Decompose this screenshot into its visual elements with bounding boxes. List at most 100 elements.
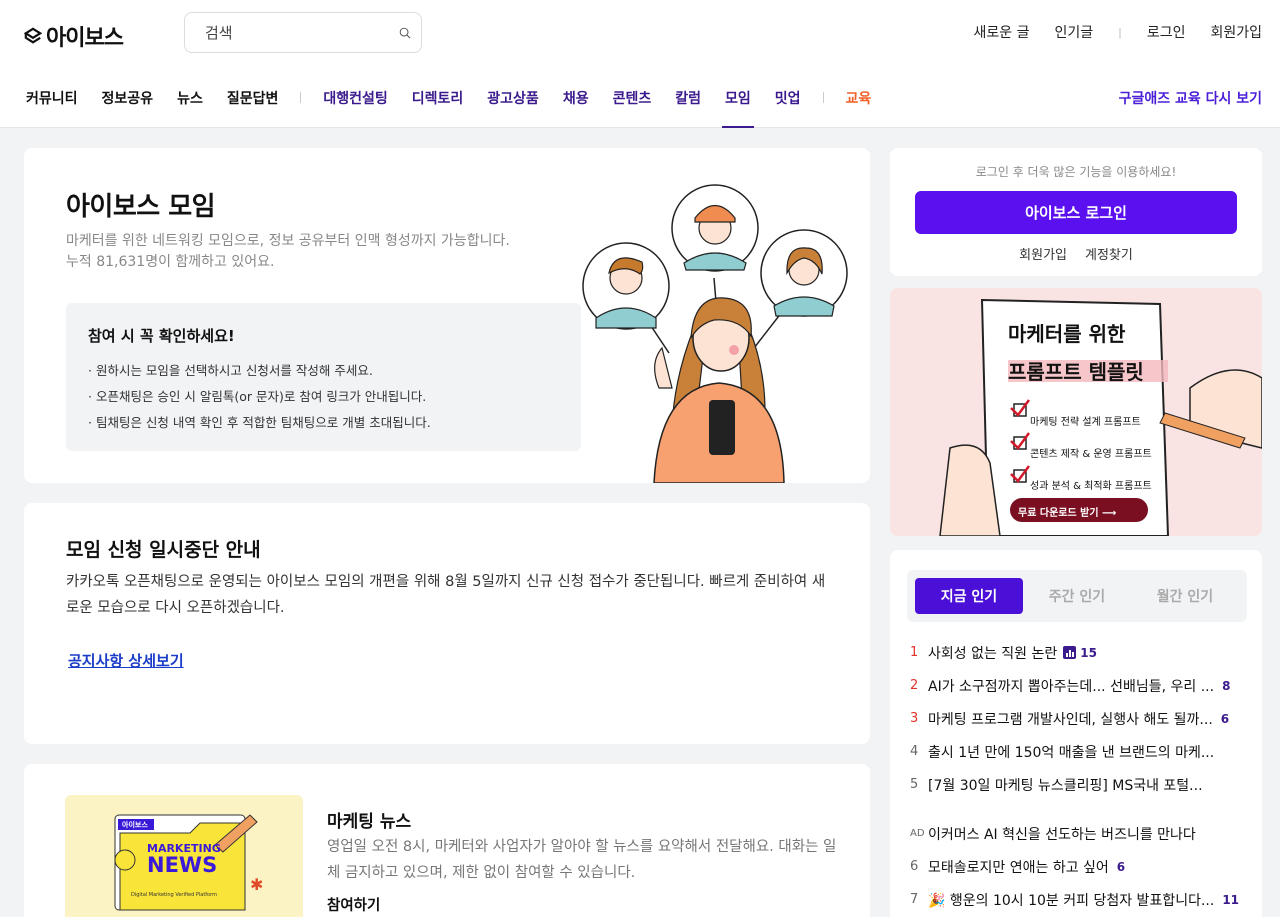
nav-ads[interactable]: 광고상품 — [487, 88, 539, 128]
post-title[interactable]: AI가 소구점까지 뽑아주는데... 선배님들, 우리 ... — [928, 676, 1214, 696]
ad-item[interactable]: AD 이커머스 AI 혁신을 선도하는 버즈니를 만나다 — [910, 817, 1250, 850]
thumb-tag: 아이보스 — [122, 821, 148, 829]
rank-number: 3 — [910, 711, 919, 726]
tab-weekly-popular[interactable]: 주간 인기 — [1023, 578, 1131, 614]
pause-notice-card: 모임 신청 일시중단 안내 카카오톡 오픈채팅으로 운영되는 아이보스 모임의 … — [24, 503, 870, 744]
site-logo[interactable]: 아이보스 — [24, 20, 124, 52]
nav-community[interactable]: 커뮤니티 — [26, 88, 78, 128]
list-item[interactable]: 1 사회성 없는 직원 논란 15 — [910, 636, 1250, 669]
login-hint: 로그인 후 더욱 많은 기능을 이용하세요! — [975, 165, 1177, 179]
util-login[interactable]: 로그인 — [1147, 22, 1186, 42]
comment-count: 8 — [1222, 678, 1231, 693]
login-button[interactable]: 아이보스 로그인 — [915, 191, 1237, 234]
nav-agency[interactable]: 대행컨설팅 — [323, 88, 387, 128]
ad-label: AD — [910, 828, 925, 839]
nav-directory[interactable]: 디렉토리 — [412, 88, 464, 128]
comment-count: 11 — [1222, 892, 1240, 907]
post-title[interactable]: [7월 30일 마케팅 뉴스클리핑] MS국내 포털... — [928, 775, 1203, 795]
rank-number: 5 — [910, 777, 919, 792]
rank-number: 1 — [910, 645, 919, 660]
participation-notice: 참여 시 꼭 확인하세요! · 원하시는 모임을 선택하시고 신청서를 작성해 … — [66, 303, 581, 451]
news-title[interactable]: 마케팅 뉴스 — [327, 807, 411, 832]
ad-title[interactable]: 이커머스 AI 혁신을 선도하는 버즈니를 만나다 — [928, 824, 1196, 844]
post-title[interactable]: 사회성 없는 직원 논란 — [928, 643, 1057, 663]
popular-list: 1 사회성 없는 직원 논란 15 2 AI가 소구점까지 뽑아주는데... 선… — [910, 636, 1250, 916]
login-card: 로그인 후 더욱 많은 기능을 이용하세요! 아이보스 로그인 회원가입 계정찾… — [890, 148, 1262, 276]
search-input[interactable] — [205, 23, 399, 42]
thumb-line-2: NEWS — [147, 853, 218, 877]
list-item[interactable]: 4 출시 1년 만에 150억 매출을 낸 브랜드의 마케... — [910, 735, 1250, 768]
tab-now-popular[interactable]: 지금 인기 — [915, 578, 1023, 614]
marketing-news-card[interactable]: ✱ 아이보스 MARKETING NEWS Digital Marketing … — [24, 764, 870, 917]
list-item[interactable]: 5 [7월 30일 마케팅 뉴스클리핑] MS국내 포털... — [910, 768, 1250, 801]
networking-illustration — [582, 184, 848, 483]
nav-education[interactable]: 교육 — [846, 88, 872, 128]
trending-chart-icon — [1063, 646, 1077, 659]
nav-jobs[interactable]: 채용 — [563, 88, 589, 128]
banner-cta[interactable]: 무료 다운로드 받기 ⟶ — [1018, 504, 1116, 519]
nav-divider — [822, 92, 824, 103]
nav-contents[interactable]: 콘텐츠 — [613, 88, 652, 128]
notice-detail-link[interactable]: 공지사항 상세보기 — [68, 650, 184, 671]
pause-title: 모임 신청 일시중단 안내 — [66, 539, 261, 561]
nav-news[interactable]: 뉴스 — [177, 88, 203, 128]
join-button[interactable]: 참여하기 — [327, 894, 380, 915]
notice-title: 참여 시 꼭 확인하세요! — [88, 327, 235, 345]
post-title[interactable]: 마케팅 프로그램 개발사인데, 실행사 해도 될까... — [928, 709, 1213, 729]
banner-item: 성과 분석 & 최적화 프롬프트 — [1030, 481, 1152, 492]
comment-count: 6 — [1220, 711, 1230, 726]
pause-body: 카카오톡 오픈채팅으로 운영되는 아이보스 모임의 개편을 위해 8월 5일까지… — [66, 574, 826, 616]
nav-meetings[interactable]: 모임 — [722, 88, 754, 128]
rank-number: 2 — [910, 678, 919, 693]
notice-item: · 오픈채팅은 승인 시 알림톡(or 문자)로 참여 링크가 안내됩니다. — [88, 389, 427, 404]
rank-number: 6 — [910, 859, 919, 874]
banner-line-2: 프롬프트 템플릿 — [1008, 360, 1144, 384]
nav-google-ads-replay[interactable]: 구글애즈 교육 다시 보기 — [1119, 88, 1262, 108]
notice-item: · 팀채팅은 신청 내역 확인 후 적합한 팀채팅으로 개별 초대됩니다. — [88, 415, 431, 430]
meeting-intro-card: 아이보스 모임 마케터를 위한 네트워킹 모임으로, 정보 공유부터 인맥 형성… — [24, 148, 870, 483]
util-popular[interactable]: 인기글 — [1054, 22, 1093, 42]
popular-posts-card: 지금 인기 주간 인기 월간 인기 1 사회성 없는 직원 논란 15 2 AI… — [890, 550, 1262, 917]
news-thumbnail[interactable]: ✱ 아이보스 MARKETING NEWS Digital Marketing … — [65, 795, 303, 917]
signup-link[interactable]: 회원가입 — [1019, 244, 1067, 263]
prompt-template-banner[interactable]: 마케터를 위한 프롬프트 템플릿 마케팅 전략 설계 프롬프트 콘텐츠 제작 &… — [890, 288, 1262, 536]
banner-line-1: 마케터를 위한 — [1008, 322, 1126, 346]
svg-text:✱: ✱ — [250, 875, 263, 894]
intro-line-2: 누적 81,631명이 함께하고 있어요. — [66, 254, 275, 270]
list-item[interactable]: 2 AI가 소구점까지 뽑아주는데... 선배님들, 우리 ... 8 — [910, 669, 1250, 702]
post-title[interactable]: 🎉 행운의 10시 10분 커피 당첨자 발표합니다... — [928, 890, 1214, 910]
search-icon[interactable] — [399, 23, 411, 43]
banner-item: 콘텐츠 제작 & 운영 프롬프트 — [1030, 449, 1152, 460]
find-account-link[interactable]: 계정찾기 — [1085, 244, 1133, 263]
site-header: 아이보스 새로운 글 인기글 | 로그인 회원가입 커뮤니티 정보공유 뉴스 질… — [0, 0, 1280, 128]
logo-text: 아이보스 — [46, 26, 124, 51]
list-item[interactable]: 7 🎉 행운의 10시 10분 커피 당첨자 발표합니다... 11 — [910, 883, 1250, 916]
util-new-posts[interactable]: 새로운 글 — [973, 22, 1029, 42]
search-box[interactable] — [184, 12, 422, 53]
list-item[interactable]: 6 모태솔로지만 연애는 하고 싶어 6 — [910, 850, 1250, 883]
rank-number: 4 — [910, 744, 919, 759]
main-nav: 커뮤니티 정보공유 뉴스 질문답변 대행컨설팅 디렉토리 광고상품 채용 콘텐츠… — [26, 88, 895, 128]
account-links: 회원가입 계정찾기 — [890, 244, 1262, 263]
tab-monthly-popular[interactable]: 월간 인기 — [1131, 578, 1239, 614]
utility-nav: 새로운 글 인기글 | 로그인 회원가입 — [973, 22, 1262, 42]
post-title[interactable]: 출시 1년 만에 150억 매출을 낸 브랜드의 마케... — [928, 742, 1214, 762]
logo-icon — [24, 27, 42, 44]
news-body: 영업일 오전 8시, 마케터와 사업자가 알아야 할 뉴스를 요약해서 전달해요… — [327, 839, 837, 881]
nav-qna[interactable]: 질문답변 — [227, 88, 279, 128]
list-item[interactable]: 3 마케팅 프로그램 개발사인데, 실행사 해도 될까... 6 — [910, 702, 1250, 735]
intro-description: 마케터를 위한 네트워킹 모임으로, 정보 공유부터 인맥 형성까지 가능합니다… — [66, 231, 566, 273]
post-title[interactable]: 모태솔로지만 연애는 하고 싶어 — [928, 857, 1109, 877]
nav-meetup[interactable]: 밋업 — [775, 88, 801, 128]
page-title: 아이보스 모임 — [66, 192, 216, 222]
thumb-sub: Digital Marketing Verified Platform — [131, 892, 217, 898]
nav-column[interactable]: 칼럼 — [675, 88, 701, 128]
rank-number: 7 — [910, 892, 919, 907]
nav-divider — [300, 92, 302, 103]
notice-item: · 원하시는 모임을 선택하시고 신청서를 작성해 주세요. — [88, 363, 373, 378]
util-signup[interactable]: 회원가입 — [1210, 22, 1262, 42]
nav-info[interactable]: 정보공유 — [102, 88, 154, 128]
banner-item: 마케팅 전략 설계 프롬프트 — [1030, 417, 1141, 428]
popular-tabs: 지금 인기 주간 인기 월간 인기 — [907, 570, 1247, 622]
comment-count: 15 — [1080, 645, 1097, 660]
